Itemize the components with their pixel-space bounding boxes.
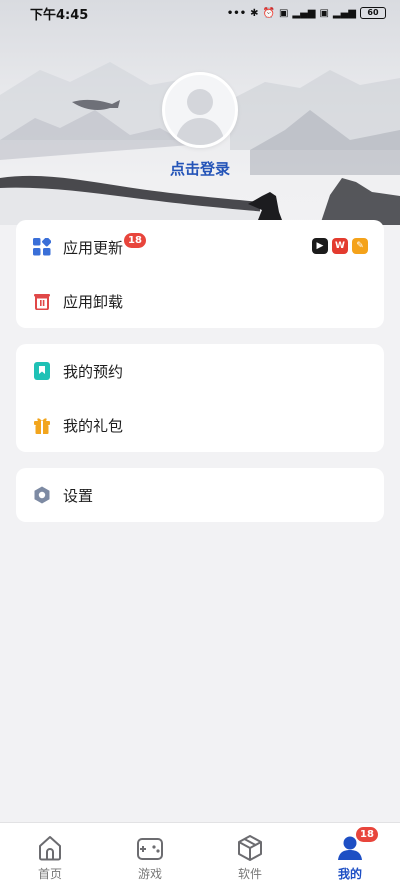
nav-tab-home[interactable]: 首页 xyxy=(0,823,100,888)
video-app-icon: ▶ xyxy=(312,238,328,254)
menu-item-app-update[interactable]: 应用更新 18 ▶ W ✎ xyxy=(16,220,384,274)
battery-indicator: 60 xyxy=(360,7,386,19)
status-bar: 下午4:45 ••• ✱ ⏰ ▣ ▂▄▆ ▣ ▂▄▆ 60 xyxy=(0,0,400,26)
my-items-card: 我的预约 我的礼包 xyxy=(16,344,384,452)
status-time: 下午4:45 xyxy=(30,7,89,23)
avatar[interactable] xyxy=(162,72,238,148)
cube-icon xyxy=(238,835,262,861)
settings-card: 设置 xyxy=(16,468,384,522)
app-update-icon xyxy=(33,238,51,256)
nav-tab-mine[interactable]: 18 我的 xyxy=(300,823,400,888)
orange-app-icon: ✎ xyxy=(352,238,368,254)
app-management-card: 应用更新 18 ▶ W ✎ 应用卸载 xyxy=(16,220,384,328)
hd-icon: ▣ xyxy=(278,7,289,19)
menu-item-label: 应用更新 xyxy=(63,238,124,257)
menu-item-app-uninstall[interactable]: 应用卸载 xyxy=(16,274,384,328)
nav-notification-badge: 18 xyxy=(356,827,378,842)
home-icon xyxy=(39,836,61,861)
alarm-icon: ⏰ xyxy=(262,7,275,19)
trash-icon xyxy=(34,294,50,310)
menu-item-label: 设置 xyxy=(63,486,94,505)
default-avatar-icon xyxy=(175,89,225,145)
settings-hexagon-icon xyxy=(34,486,50,504)
menu-item-settings[interactable]: 设置 xyxy=(16,468,384,522)
update-count-badge: 18 xyxy=(124,233,146,248)
nav-tab-label: 首页 xyxy=(37,867,62,881)
bottom-navigation-bar: 首页 游戏 软件 18 我的 xyxy=(0,822,400,888)
wps-app-icon: W xyxy=(332,238,348,254)
login-link[interactable]: 点击登录 xyxy=(0,158,400,179)
nav-tab-software[interactable]: 软件 xyxy=(200,823,300,888)
nav-tab-label: 我的 xyxy=(337,867,362,881)
signal-4g-icon: ▂▄▆ xyxy=(332,7,356,19)
nav-tab-games[interactable]: 游戏 xyxy=(100,823,200,888)
bluetooth-icon: ✱ xyxy=(250,7,259,19)
menu-item-my-gifts[interactable]: 我的礼包 xyxy=(16,398,384,452)
menu-item-label: 应用卸载 xyxy=(63,292,124,311)
signal-4g-icon: ▂▄▆ xyxy=(292,7,316,19)
bookmark-icon xyxy=(34,362,50,380)
gamepad-icon xyxy=(137,838,163,860)
nav-tab-label: 软件 xyxy=(237,867,262,881)
menu-item-my-reservations[interactable]: 我的预约 xyxy=(16,344,384,398)
menu-item-label: 我的预约 xyxy=(63,362,124,381)
menu-item-label: 我的礼包 xyxy=(63,416,124,435)
status-icons: ••• ✱ ⏰ ▣ ▂▄▆ ▣ ▂▄▆ 60 xyxy=(227,7,386,19)
hd-icon: ▣ xyxy=(319,7,329,19)
profile-header: 下午4:45 ••• ✱ ⏰ ▣ ▂▄▆ ▣ ▂▄▆ 60 点击登录 xyxy=(0,0,400,240)
pending-update-app-icons: ▶ W ✎ xyxy=(312,238,368,254)
gift-icon xyxy=(34,418,50,434)
nav-tab-label: 游戏 xyxy=(137,867,162,881)
more-dots-icon: ••• xyxy=(226,7,247,19)
